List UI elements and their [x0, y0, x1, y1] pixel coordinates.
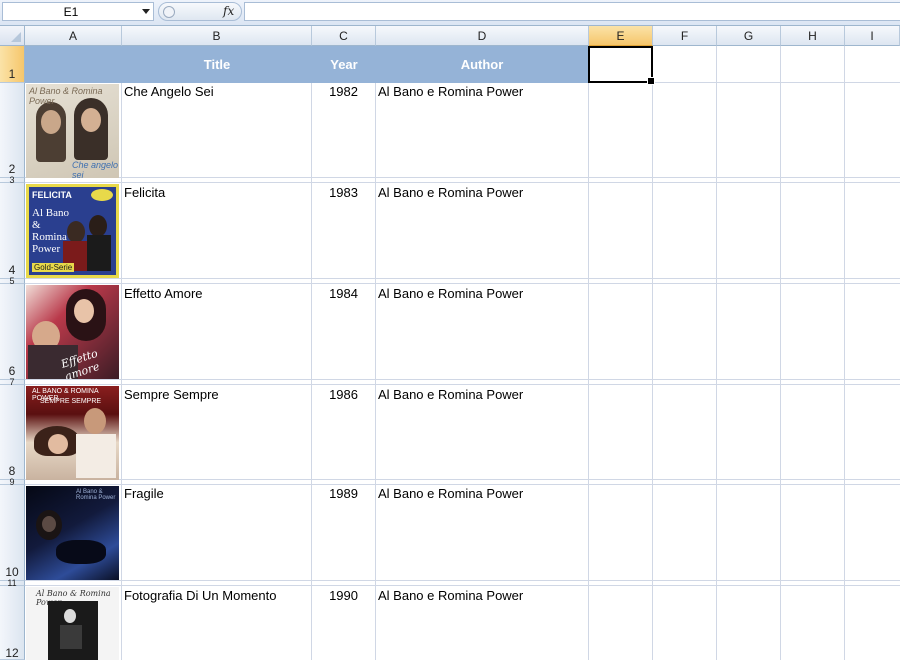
- active-cell-e1[interactable]: [588, 46, 655, 85]
- column-header-h[interactable]: H: [781, 26, 845, 46]
- author-cell[interactable]: Al Bano e Romina Power: [378, 588, 523, 603]
- column-headers: A B C D E F G H I: [0, 26, 900, 46]
- row-header[interactable]: 12: [0, 586, 25, 660]
- resize-handle-icon[interactable]: [163, 6, 175, 18]
- album-cover-image[interactable]: Al Bano & Romina Power: [26, 587, 119, 660]
- album-cover-image[interactable]: Effetto amore: [26, 285, 119, 379]
- album-cover-image[interactable]: Al Bano & Romina Power Che angelo sei: [26, 84, 119, 178]
- row-header[interactable]: 10: [0, 485, 25, 581]
- row-header[interactable]: 4: [0, 183, 25, 279]
- title-cell[interactable]: Felicita: [124, 185, 165, 200]
- year-cell[interactable]: 1986: [312, 387, 358, 402]
- column-header-i[interactable]: I: [845, 26, 900, 46]
- title-cell[interactable]: Effetto Amore: [124, 286, 203, 301]
- title-cell[interactable]: Fotografia Di Un Momento: [124, 588, 276, 603]
- select-all-button[interactable]: [0, 26, 25, 46]
- year-cell[interactable]: 1982: [312, 84, 358, 99]
- row-header[interactable]: 6: [0, 284, 25, 380]
- author-cell[interactable]: Al Bano e Romina Power: [378, 84, 523, 99]
- column-header-e[interactable]: E: [589, 26, 653, 46]
- select-all-icon: [11, 32, 21, 42]
- header-cell-title[interactable]: Title: [122, 46, 312, 83]
- author-cell[interactable]: Al Bano e Romina Power: [378, 185, 523, 200]
- author-cell[interactable]: Al Bano e Romina Power: [378, 387, 523, 402]
- album-cover-image[interactable]: FELICITA Al Bano & Romina Power Gold-Ser…: [26, 184, 119, 278]
- header-cell-author[interactable]: Author: [376, 46, 588, 83]
- name-box[interactable]: E1: [2, 2, 154, 21]
- sheet-grid[interactable]: Title Year Author Al Bano & Romina Power…: [25, 46, 900, 660]
- year-cell[interactable]: 1983: [312, 185, 358, 200]
- name-box-value: E1: [63, 5, 79, 19]
- column-header-d[interactable]: D: [376, 26, 589, 46]
- column-header-a[interactable]: A: [25, 26, 122, 46]
- album-cover-image[interactable]: AL BANO & ROMINA POWER SEMPRE SEMPRE: [26, 386, 119, 480]
- chevron-down-icon[interactable]: [142, 9, 150, 14]
- title-cell[interactable]: Sempre Sempre: [124, 387, 219, 402]
- title-cell[interactable]: Che Angelo Sei: [124, 84, 214, 99]
- author-cell[interactable]: Al Bano e Romina Power: [378, 286, 523, 301]
- header-cell-year[interactable]: Year: [312, 46, 376, 83]
- album-cover-image[interactable]: Al Bano & Romina Power: [26, 486, 119, 580]
- formula-bar: E1 fx: [0, 0, 900, 26]
- year-cell[interactable]: 1984: [312, 286, 358, 301]
- header-cell-a[interactable]: [25, 46, 122, 83]
- formula-input[interactable]: [244, 2, 900, 21]
- fill-handle[interactable]: [647, 77, 655, 85]
- row-header[interactable]: 2: [0, 83, 25, 178]
- row-header-1[interactable]: 1: [0, 46, 25, 83]
- row-header[interactable]: 8: [0, 385, 25, 480]
- year-cell[interactable]: 1990: [312, 588, 358, 603]
- author-cell[interactable]: Al Bano e Romina Power: [378, 486, 523, 501]
- column-header-b[interactable]: B: [122, 26, 312, 46]
- insert-function-icon[interactable]: fx: [223, 4, 234, 18]
- column-header-c[interactable]: C: [312, 26, 376, 46]
- column-header-f[interactable]: F: [653, 26, 717, 46]
- function-buttons: fx: [158, 2, 242, 21]
- year-cell[interactable]: 1989: [312, 486, 358, 501]
- title-cell[interactable]: Fragile: [124, 486, 164, 501]
- column-header-g[interactable]: G: [717, 26, 781, 46]
